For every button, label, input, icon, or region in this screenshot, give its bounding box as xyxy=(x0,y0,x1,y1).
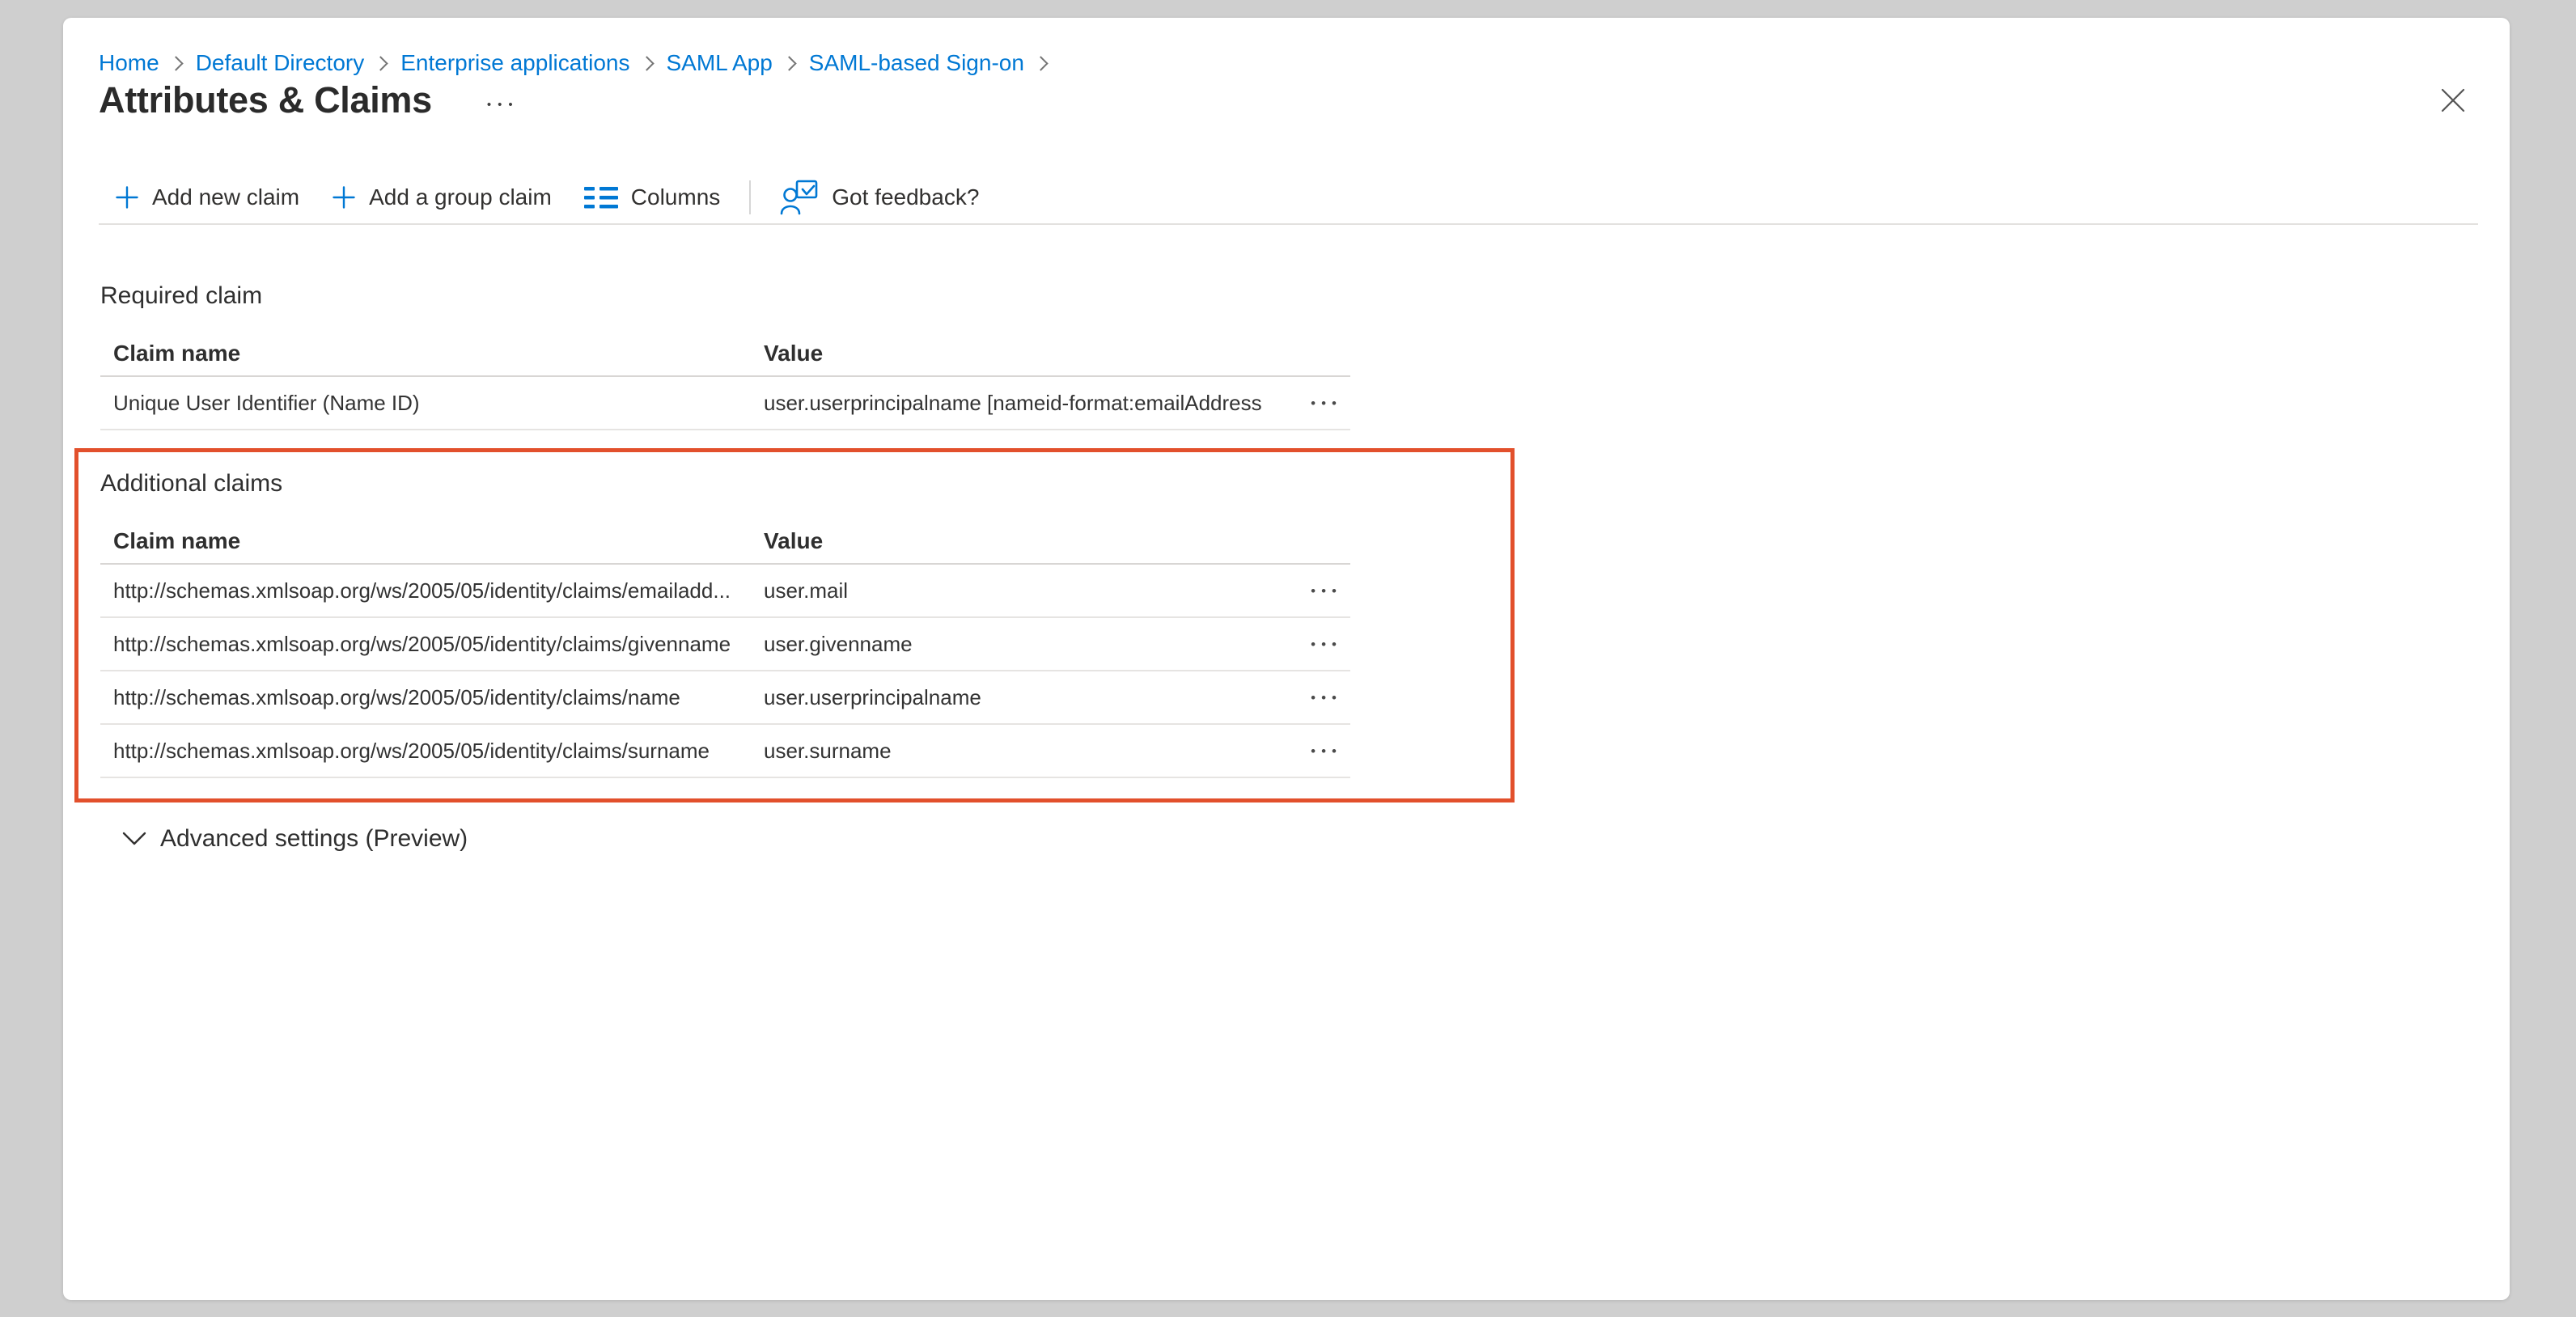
page-more-options-icon[interactable]: ••• xyxy=(482,95,524,115)
claim-value-cell: user.surname xyxy=(764,739,1261,764)
claim-name-cell: http://schemas.xmlsoap.org/ws/2005/05/id… xyxy=(113,685,764,710)
required-claim-table-header: Claim name Value xyxy=(100,332,1350,377)
advanced-settings-toggle[interactable]: Advanced settings (Preview) xyxy=(121,822,474,856)
breadcrumb-link-saml-app[interactable]: SAML App xyxy=(667,47,773,79)
row-menu-icon[interactable]: ••• xyxy=(1306,633,1350,656)
add-group-claim-label: Add a group claim xyxy=(369,184,552,210)
table-row[interactable]: http://schemas.xmlsoap.org/ws/2005/05/id… xyxy=(100,618,1350,671)
claim-name-cell: Unique User Identifier (Name ID) xyxy=(113,391,764,416)
column-header-value: Value xyxy=(764,341,1261,366)
add-new-claim-button[interactable]: Add new claim xyxy=(99,175,316,220)
add-new-claim-label: Add new claim xyxy=(152,184,299,210)
got-feedback-button[interactable]: Got feedback? xyxy=(764,175,995,220)
table-row[interactable]: http://schemas.xmlsoap.org/ws/2005/05/id… xyxy=(100,725,1350,778)
table-row[interactable]: http://schemas.xmlsoap.org/ws/2005/05/id… xyxy=(100,671,1350,725)
feedback-person-icon xyxy=(780,179,819,216)
columns-icon xyxy=(584,184,618,211)
close-button[interactable] xyxy=(2430,78,2476,123)
plus-icon xyxy=(115,185,139,210)
close-icon xyxy=(2439,87,2467,114)
attributes-claims-panel: Home Default Directory Enterprise applic… xyxy=(63,18,2510,1300)
title-row: Attributes & Claims ••• xyxy=(99,79,524,121)
claim-value-cell: user.userprincipalname [nameid-format:em… xyxy=(764,391,1261,416)
column-header-claim-name: Claim name xyxy=(113,341,764,366)
row-menu-icon[interactable]: ••• xyxy=(1306,739,1350,763)
got-feedback-label: Got feedback? xyxy=(832,184,979,210)
table-row[interactable]: Unique User Identifier (Name ID) user.us… xyxy=(100,377,1350,430)
breadcrumb-chevron-icon xyxy=(168,56,183,70)
additional-claims-title: Additional claims xyxy=(100,468,1350,500)
breadcrumb-link-home[interactable]: Home xyxy=(99,47,159,79)
toolbar-divider xyxy=(749,180,751,214)
plus-icon xyxy=(332,185,356,210)
column-header-claim-name: Claim name xyxy=(113,528,764,554)
row-menu-icon[interactable]: ••• xyxy=(1306,392,1350,415)
advanced-settings-label: Advanced settings (Preview) xyxy=(160,825,468,853)
claim-name-cell: http://schemas.xmlsoap.org/ws/2005/05/id… xyxy=(113,632,764,657)
breadcrumb: Home Default Directory Enterprise applic… xyxy=(99,47,1061,79)
breadcrumb-link-saml-based-sign-on[interactable]: SAML-based Sign-on xyxy=(809,47,1024,79)
additional-claims-table-header: Claim name Value xyxy=(100,519,1350,565)
breadcrumb-chevron-icon xyxy=(1033,56,1048,70)
page-title: Attributes & Claims xyxy=(99,79,432,121)
page-background: { "colors": { "background": "#cfcfcf", "… xyxy=(0,0,2576,1317)
columns-button[interactable]: Columns xyxy=(568,175,736,220)
row-menu-icon[interactable]: ••• xyxy=(1306,686,1350,709)
claim-name-cell: http://schemas.xmlsoap.org/ws/2005/05/id… xyxy=(113,578,764,603)
required-claim-section: Required claim Claim name Value Unique U… xyxy=(100,280,1350,430)
breadcrumb-link-default-directory[interactable]: Default Directory xyxy=(196,47,365,79)
column-header-value: Value xyxy=(764,528,1261,554)
required-claim-title: Required claim xyxy=(100,280,1350,312)
columns-label: Columns xyxy=(631,184,720,210)
breadcrumb-chevron-icon xyxy=(639,56,654,70)
claim-value-cell: user.givenname xyxy=(764,632,1261,657)
add-group-claim-button[interactable]: Add a group claim xyxy=(316,175,568,220)
claim-name-cell: http://schemas.xmlsoap.org/ws/2005/05/id… xyxy=(113,739,764,764)
table-row[interactable]: http://schemas.xmlsoap.org/ws/2005/05/id… xyxy=(100,565,1350,618)
breadcrumb-chevron-icon xyxy=(374,56,388,70)
breadcrumb-chevron-icon xyxy=(782,56,796,70)
command-bar: Add new claim Add a group claim Columns xyxy=(99,172,2478,225)
breadcrumb-link-enterprise-applications[interactable]: Enterprise applications xyxy=(400,47,629,79)
claim-value-cell: user.mail xyxy=(764,578,1261,603)
row-menu-icon[interactable]: ••• xyxy=(1306,579,1350,603)
claim-value-cell: user.userprincipalname xyxy=(764,685,1261,710)
additional-claims-section: Additional claims Claim name Value http:… xyxy=(100,468,1350,778)
chevron-down-icon xyxy=(121,831,147,847)
